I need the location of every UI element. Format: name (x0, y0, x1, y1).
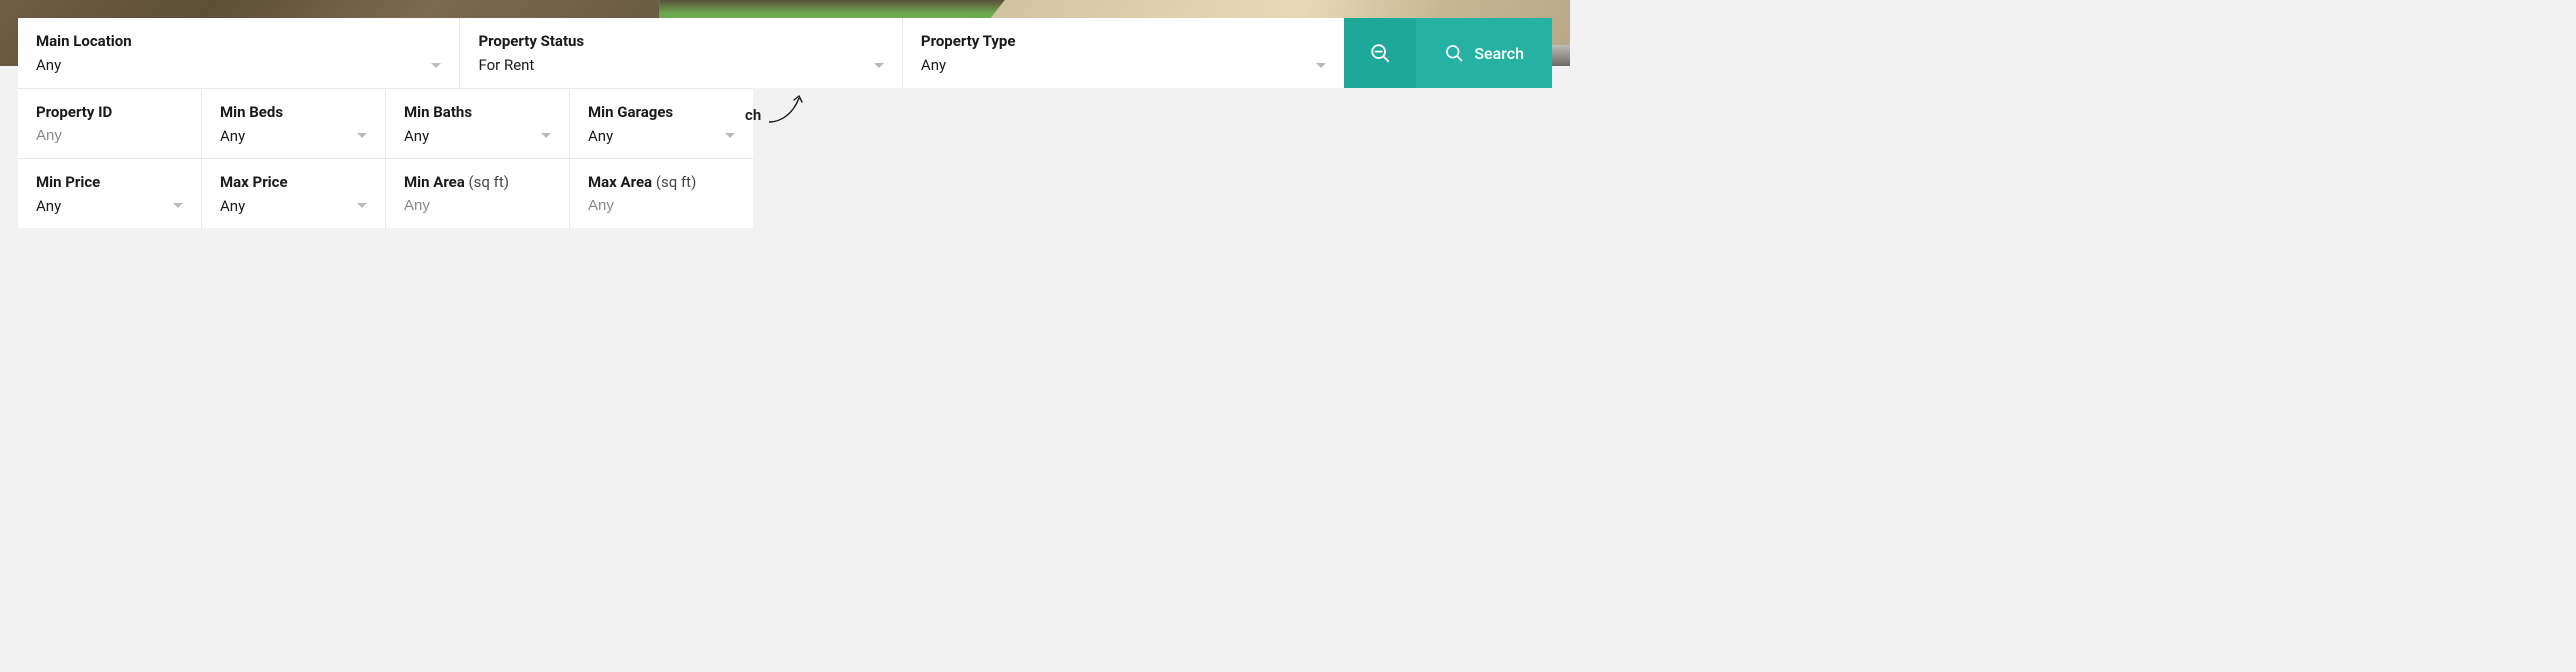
chevron-down-icon (541, 133, 551, 138)
chevron-down-icon (431, 63, 441, 68)
search-bar: Main Location Any Property Status For Re… (18, 18, 1552, 88)
advanced-row-1: Property ID Min Beds Any Min Baths Any M… (18, 88, 753, 158)
chevron-down-icon (357, 203, 367, 208)
property-status-label: Property Status (478, 32, 883, 50)
main-location-value: Any (36, 56, 61, 74)
main-location-select[interactable]: Any (36, 56, 441, 74)
property-id-field[interactable]: Property ID (18, 89, 202, 158)
min-garages-select[interactable]: Any (588, 127, 735, 145)
min-price-field[interactable]: Min Price Any (18, 159, 202, 228)
property-status-value: For Rent (478, 56, 534, 74)
max-area-label: Max Area (sq ft) (588, 173, 735, 191)
chevron-down-icon (357, 133, 367, 138)
min-baths-select[interactable]: Any (404, 127, 551, 145)
max-price-label: Max Price (220, 173, 367, 191)
min-area-field[interactable]: Min Area (sq ft) (386, 159, 570, 228)
search-main-card: Main Location Any Property Status For Re… (18, 18, 1344, 88)
max-price-select[interactable]: Any (220, 197, 367, 215)
advanced-search-panel: Property ID Min Beds Any Min Baths Any M… (18, 88, 753, 228)
property-id-input[interactable] (36, 127, 183, 144)
min-garages-value: Any (588, 127, 613, 145)
min-price-select[interactable]: Any (36, 197, 183, 215)
min-beds-value: Any (220, 127, 245, 145)
advance-search-hint: ch (745, 92, 807, 128)
min-baths-label: Min Baths (404, 103, 551, 121)
min-area-label: Min Area (sq ft) (404, 173, 551, 191)
min-garages-label: Min Garages (588, 103, 735, 121)
min-baths-value: Any (404, 127, 429, 145)
search-icon (1444, 43, 1464, 63)
property-status-select[interactable]: For Rent (478, 56, 883, 74)
search-button[interactable]: Search (1416, 18, 1552, 88)
advanced-row-2: Min Price Any Max Price Any Min Area (sq… (18, 158, 753, 228)
property-type-value: Any (921, 56, 946, 74)
property-status-field[interactable]: Property Status For Rent (460, 18, 902, 88)
min-price-value: Any (36, 197, 61, 215)
min-area-input[interactable] (404, 197, 551, 214)
max-price-field[interactable]: Max Price Any (202, 159, 386, 228)
property-type-label: Property Type (921, 32, 1326, 50)
zoom-out-icon (1369, 42, 1391, 64)
main-location-field[interactable]: Main Location Any (18, 18, 460, 88)
search-button-label: Search (1474, 44, 1524, 63)
min-beds-label: Min Beds (220, 103, 367, 121)
property-id-label: Property ID (36, 103, 183, 121)
chevron-down-icon (874, 63, 884, 68)
max-area-field[interactable]: Max Area (sq ft) (570, 159, 753, 228)
property-type-field[interactable]: Property Type Any (903, 18, 1344, 88)
property-type-select[interactable]: Any (921, 56, 1326, 74)
min-baths-field[interactable]: Min Baths Any (386, 89, 570, 158)
collapse-advanced-button[interactable] (1344, 18, 1416, 88)
chevron-down-icon (173, 203, 183, 208)
min-garages-field[interactable]: Min Garages Any (570, 89, 753, 158)
min-price-label: Min Price (36, 173, 183, 191)
max-area-input[interactable] (588, 197, 735, 214)
curved-arrow-icon (767, 92, 807, 128)
max-price-value: Any (220, 197, 245, 215)
chevron-down-icon (1316, 63, 1326, 68)
min-beds-field[interactable]: Min Beds Any (202, 89, 386, 158)
min-beds-select[interactable]: Any (220, 127, 367, 145)
chevron-down-icon (725, 133, 735, 138)
main-location-label: Main Location (36, 32, 441, 50)
